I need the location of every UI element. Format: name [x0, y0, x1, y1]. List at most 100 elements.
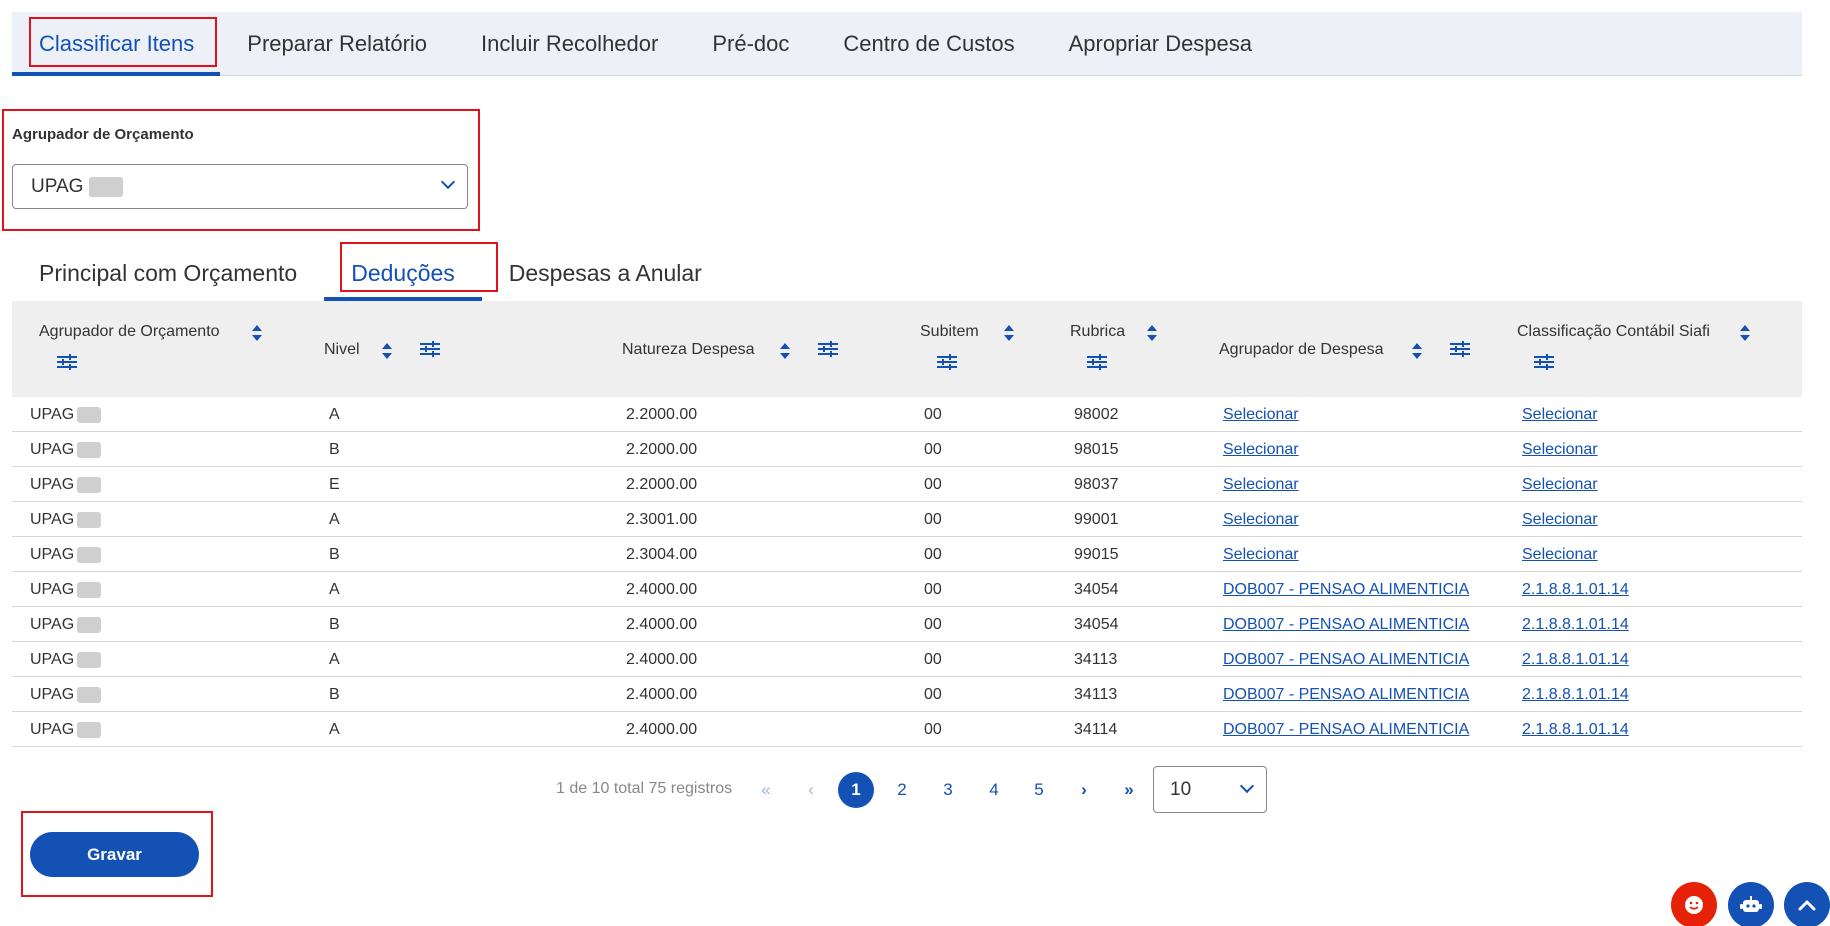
link-classificacao[interactable]: 2.1.8.8.1.01.14	[1522, 686, 1629, 704]
tab-despesas-a-anular[interactable]: Despesas a Anular	[482, 245, 729, 301]
sort-icon[interactable]	[1740, 325, 1750, 341]
tab-deducoes[interactable]: Deduções	[324, 245, 482, 301]
table-row: UPAG B 2.4000.00 00 34054 DOB007 - PENSA…	[12, 607, 1802, 642]
filter-icon[interactable]	[818, 341, 838, 357]
cell-rubrica: 99001	[1074, 511, 1119, 528]
cell-natureza: 2.3001.00	[626, 511, 698, 528]
filter-icon[interactable]	[937, 354, 957, 370]
sort-icon[interactable]	[1004, 325, 1014, 341]
page-2-button[interactable]: 2	[884, 772, 920, 808]
cell-nivel: B	[329, 686, 340, 703]
link-agrupador-despesa[interactable]: Selecionar	[1223, 406, 1299, 424]
cell-subitem: 00	[924, 476, 942, 493]
link-classificacao[interactable]: 2.1.8.8.1.01.14	[1522, 651, 1629, 669]
chevron-down-icon	[440, 174, 456, 190]
col-agrupador-orcamento[interactable]: Agrupador de Orçamento	[39, 323, 220, 341]
table-row: UPAG E 2.2000.00 00 98037 Selecionar Sel…	[12, 467, 1802, 502]
link-classificacao[interactable]: 2.1.8.8.1.01.14	[1522, 616, 1629, 634]
page-5-button[interactable]: 5	[1021, 772, 1057, 808]
link-classificacao[interactable]: Selecionar	[1522, 511, 1598, 529]
filter-icon[interactable]	[57, 354, 77, 370]
filter-icon[interactable]	[1534, 354, 1554, 370]
chevron-up-icon[interactable]	[1784, 882, 1830, 926]
cell-nivel: B	[329, 546, 340, 563]
link-classificacao[interactable]: Selecionar	[1522, 476, 1598, 494]
cell-natureza: 2.4000.00	[626, 721, 698, 738]
link-classificacao[interactable]: Selecionar	[1522, 441, 1598, 459]
tab-incluir-recolhedor[interactable]: Incluir Recolhedor	[454, 12, 685, 75]
cell-nivel: E	[329, 476, 340, 493]
sort-icon[interactable]	[252, 325, 262, 341]
gravar-button[interactable]: Gravar	[30, 832, 199, 877]
cell-rubrica: 34114	[1074, 721, 1118, 738]
cell-agrupador: UPAG	[30, 581, 102, 599]
col-nivel[interactable]: Nivel	[324, 341, 360, 359]
col-agrupador-despesa[interactable]: Agrupador de Despesa	[1219, 341, 1384, 359]
page-4-button[interactable]: 4	[976, 772, 1012, 808]
robot-icon[interactable]	[1728, 882, 1774, 926]
cell-nivel: A	[329, 651, 340, 668]
filter-icon[interactable]	[1087, 354, 1107, 370]
cell-nivel: A	[329, 721, 340, 738]
cell-rubrica: 98037	[1074, 476, 1119, 493]
page-3-button[interactable]: 3	[930, 772, 966, 808]
cell-rubrica: 34113	[1074, 686, 1118, 703]
sort-icon[interactable]	[1147, 325, 1157, 341]
smiley-chat-icon[interactable]	[1671, 882, 1717, 926]
tab-classificar-itens[interactable]: Classificar Itens	[12, 12, 221, 76]
link-agrupador-despesa[interactable]: Selecionar	[1223, 476, 1299, 494]
col-natureza-despesa[interactable]: Natureza Despesa	[622, 341, 755, 359]
cell-nivel: B	[329, 616, 340, 633]
sort-icon[interactable]	[1412, 343, 1422, 359]
filter-icon[interactable]	[1450, 341, 1470, 357]
cell-natureza: 2.2000.00	[626, 441, 698, 458]
page-size-select[interactable]: 10	[1153, 766, 1267, 813]
link-agrupador-despesa[interactable]: DOB007 - PENSAO ALIMENTICIA	[1223, 651, 1469, 669]
agrupador-select[interactable]: UPAG	[12, 164, 468, 209]
cell-rubrica: 99015	[1074, 546, 1119, 563]
link-classificacao[interactable]: Selecionar	[1522, 406, 1598, 424]
table-row: UPAG B 2.2000.00 00 98015 Selecionar Sel…	[12, 432, 1802, 467]
chevron-down-icon	[1239, 778, 1255, 794]
cell-subitem: 00	[924, 441, 942, 458]
filter-icon[interactable]	[420, 341, 440, 357]
col-classificacao-contabil[interactable]: Classificação Contábil Siafi	[1517, 323, 1710, 341]
link-classificacao[interactable]: 2.1.8.8.1.01.14	[1522, 721, 1629, 739]
next-page-button[interactable]: ›	[1066, 772, 1102, 808]
link-agrupador-despesa[interactable]: DOB007 - PENSAO ALIMENTICIA	[1223, 721, 1469, 739]
link-agrupador-despesa[interactable]: DOB007 - PENSAO ALIMENTICIA	[1223, 686, 1469, 704]
last-page-button[interactable]: »	[1111, 772, 1147, 808]
tab-apropriar-despesa[interactable]: Apropriar Despesa	[1042, 12, 1279, 75]
col-subitem[interactable]: Subitem	[920, 323, 979, 341]
agrupador-label: Agrupador de Orçamento	[12, 126, 194, 143]
link-agrupador-despesa[interactable]: DOB007 - PENSAO ALIMENTICIA	[1223, 581, 1469, 599]
link-agrupador-despesa[interactable]: Selecionar	[1223, 546, 1299, 564]
cell-rubrica: 34113	[1074, 651, 1118, 668]
sort-icon[interactable]	[382, 343, 392, 359]
link-agrupador-despesa[interactable]: Selecionar	[1223, 511, 1299, 529]
tab-principal-com-orcamento[interactable]: Principal com Orçamento	[12, 245, 324, 301]
link-classificacao[interactable]: Selecionar	[1522, 546, 1598, 564]
cell-nivel: A	[329, 406, 340, 423]
sort-icon[interactable]	[780, 343, 790, 359]
cell-nivel: A	[329, 511, 340, 528]
cell-agrupador: UPAG	[30, 616, 102, 634]
first-page-button[interactable]: «	[748, 772, 784, 808]
table-row: UPAG B 2.4000.00 00 34113 DOB007 - PENSA…	[12, 677, 1802, 712]
tab-centro-de-custos[interactable]: Centro de Custos	[816, 12, 1041, 75]
tab-preparar-relatorio[interactable]: Preparar Relatório	[220, 12, 454, 75]
link-agrupador-despesa[interactable]: Selecionar	[1223, 441, 1299, 459]
link-agrupador-despesa[interactable]: DOB007 - PENSAO ALIMENTICIA	[1223, 616, 1469, 634]
page-1-button[interactable]: 1	[838, 772, 874, 808]
prev-page-button[interactable]: ‹	[793, 772, 829, 808]
cell-agrupador: UPAG	[30, 476, 102, 494]
table-row: UPAG A 2.3001.00 00 99001 Selecionar Sel…	[12, 502, 1802, 537]
cell-natureza: 2.2000.00	[626, 476, 698, 493]
table-row: UPAG A 2.4000.00 00 34114 DOB007 - PENSA…	[12, 712, 1802, 747]
cell-natureza: 2.4000.00	[626, 616, 698, 633]
cell-agrupador: UPAG	[30, 546, 102, 564]
cell-agrupador: UPAG	[30, 511, 102, 529]
tab-pre-doc[interactable]: Pré-doc	[685, 12, 816, 75]
col-rubrica[interactable]: Rubrica	[1070, 323, 1125, 341]
link-classificacao[interactable]: 2.1.8.8.1.01.14	[1522, 581, 1629, 599]
